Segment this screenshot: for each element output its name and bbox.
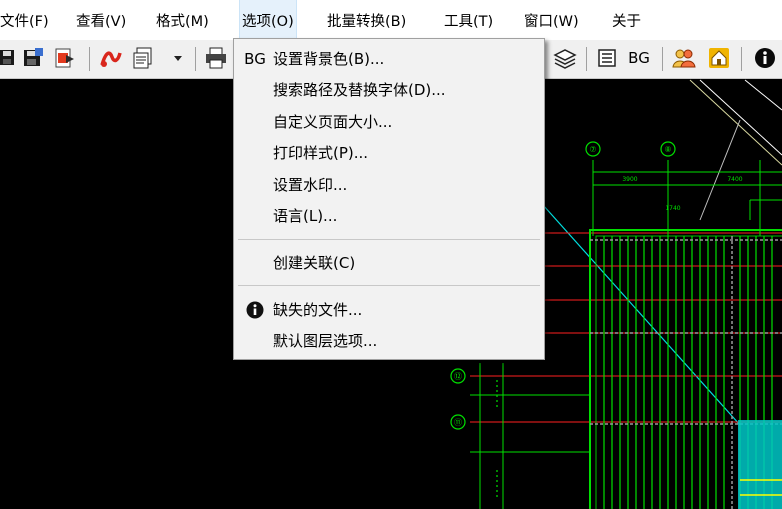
background-color-icon: BG <box>244 50 266 68</box>
menu-batch-convert[interactable]: 批量转换(B) <box>325 0 408 40</box>
menu-item-create-link[interactable]: 创建关联(C) <box>235 248 543 278</box>
menu-item-label: 语言(L)... <box>273 207 338 225</box>
background-toggle-button[interactable]: BG <box>626 46 652 70</box>
print-icon[interactable] <box>203 46 229 70</box>
menu-item-print-style[interactable]: 打印样式(P)... <box>235 138 543 168</box>
save-as-icon[interactable] <box>22 46 46 70</box>
menu-item-label: 打印样式(P)... <box>273 144 369 162</box>
menu-tools[interactable]: 工具(T) <box>442 0 495 40</box>
menu-item-label: 创建关联(C) <box>273 254 356 272</box>
toolbar-separator <box>741 47 742 71</box>
menu-window[interactable]: 窗口(W) <box>522 0 581 40</box>
dimension-label: 7400 <box>727 176 742 183</box>
save-icon[interactable] <box>0 46 16 70</box>
layers-icon[interactable] <box>552 46 578 70</box>
menu-bar: 文件(F) 查看(V) 格式(M) 选项(O) 批量转换(B) 工具(T) 窗口… <box>0 0 782 41</box>
info-icon[interactable] <box>752 46 778 70</box>
pdf-icon[interactable] <box>97 46 123 70</box>
export-icon[interactable] <box>53 46 77 70</box>
menu-item-set-background[interactable]: BG 设置背景色(B)... <box>235 44 543 74</box>
toolbar-separator <box>586 47 587 71</box>
menu-item-default-layer[interactable]: 默认图层选项... <box>235 326 543 356</box>
info-icon <box>242 295 268 329</box>
menu-format[interactable]: 格式(M) <box>154 0 211 40</box>
toolbar-separator <box>195 47 196 71</box>
toolbar-separator <box>662 47 663 71</box>
dimension-label: 1740 <box>665 205 680 212</box>
menu-separator <box>238 239 540 240</box>
chevron-down-icon[interactable] <box>171 46 185 70</box>
menu-item-language[interactable]: 语言(L)... <box>235 201 543 231</box>
menu-item-label: 设置背景色(B)... <box>273 50 385 68</box>
menu-item-label: 缺失的文件... <box>273 301 363 319</box>
menu-item-search-path-font[interactable]: 搜索路径及替换字体(D)... <box>235 75 543 105</box>
axis-label: ⑦ <box>589 145 596 154</box>
menu-item-custom-page-size[interactable]: 自定义页面大小... <box>235 107 543 137</box>
toolbar-separator <box>89 47 90 71</box>
menu-item-label: 自定义页面大小... <box>273 113 393 131</box>
menu-item-label: 默认图层选项... <box>273 332 378 350</box>
menu-about[interactable]: 关于 <box>610 0 643 40</box>
menu-options[interactable]: 选项(O) <box>239 0 297 41</box>
home-icon[interactable] <box>706 46 732 70</box>
document-icon[interactable] <box>131 46 157 70</box>
users-icon[interactable] <box>671 46 697 70</box>
menu-item-label: 设置水印... <box>273 176 348 194</box>
options-menu: BG 设置背景色(B)... 搜索路径及替换字体(D)... 自定义页面大小..… <box>233 38 545 360</box>
menu-view[interactable]: 查看(V) <box>74 0 128 40</box>
axis-label: ⑫ <box>454 372 462 381</box>
menu-item-missing-files[interactable]: 缺失的文件... <box>235 295 543 325</box>
axis-label: ⑪ <box>454 418 462 427</box>
dimension-label: 3900 <box>622 176 637 183</box>
menu-file[interactable]: 文件(F) <box>0 0 51 40</box>
menu-item-watermark[interactable]: 设置水印... <box>235 170 543 200</box>
properties-icon[interactable] <box>595 46 619 70</box>
menu-separator <box>238 285 540 286</box>
menu-item-label: 搜索路径及替换字体(D)... <box>273 81 446 99</box>
axis-label: ⑧ <box>664 145 671 154</box>
